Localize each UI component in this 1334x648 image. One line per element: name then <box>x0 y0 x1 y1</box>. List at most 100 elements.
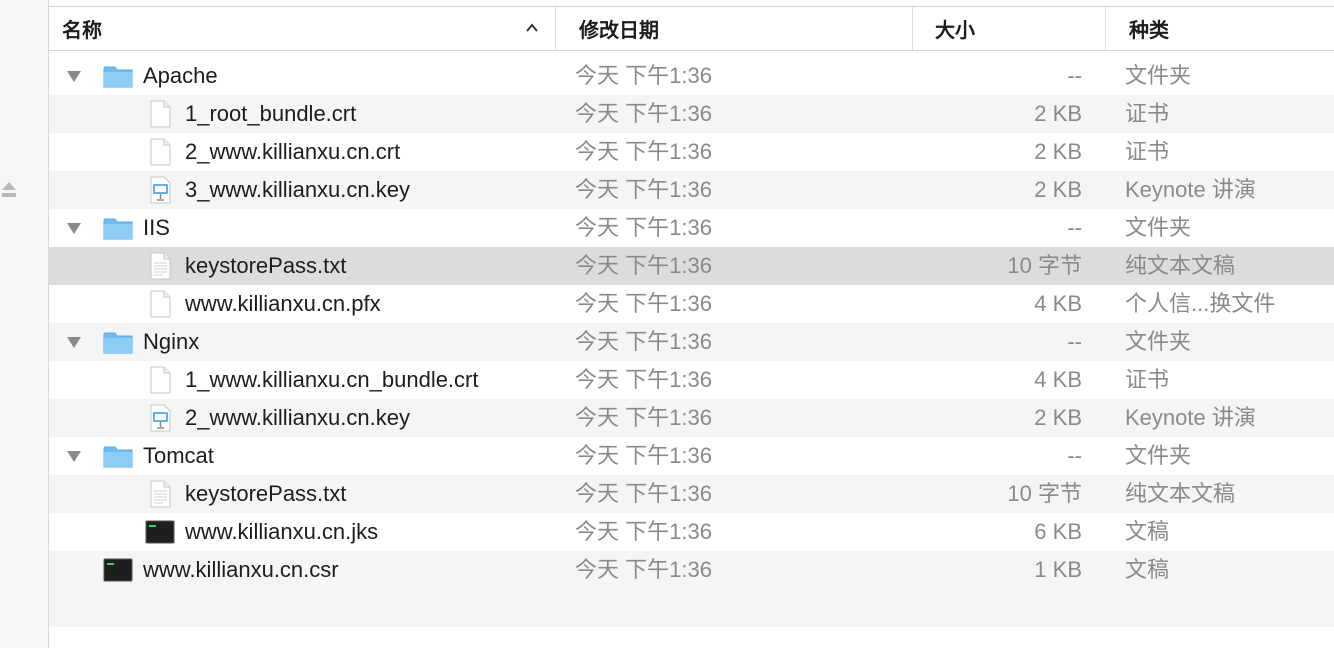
column-header-size-label: 大小 <box>935 20 975 42</box>
file-kind: Keynote 讲演 <box>1125 405 1256 430</box>
chevron-up-icon[interactable] <box>525 21 539 35</box>
file-row[interactable]: keystorePass.txt 今天 下午1:36 10 字节 纯文本文稿 <box>49 475 1334 513</box>
modified-date: 今天 下午1:36 <box>575 367 712 392</box>
file-name: IIS <box>143 215 170 240</box>
file-name: Tomcat <box>143 443 214 468</box>
column-header-kind[interactable]: 种类 <box>1105 7 1334 50</box>
file-size: -- <box>1067 329 1082 354</box>
document-icon <box>150 366 171 394</box>
eject-icon[interactable] <box>0 178 18 202</box>
file-kind: 纯文本文稿 <box>1125 481 1236 506</box>
finder-window: 名称 修改日期 大小 种类 Apache 今天 下午1:36 -- 文件夹 1_root… <box>0 0 1334 648</box>
column-header-name-label: 名称 <box>62 20 102 42</box>
file-size: 2 KB <box>1034 405 1082 430</box>
modified-date: 今天 下午1:36 <box>575 139 712 164</box>
file-size: 4 KB <box>1034 367 1082 392</box>
column-header-kind-label: 种类 <box>1129 20 1169 42</box>
file-kind: 证书 <box>1125 139 1170 164</box>
file-name: 2_www.killianxu.cn.key <box>185 405 410 430</box>
file-kind: 文件夹 <box>1125 63 1192 88</box>
terminal-icon <box>103 558 133 582</box>
disclosure-triangle-icon[interactable] <box>65 220 83 236</box>
sidebar-strip <box>0 0 49 648</box>
file-size: 4 KB <box>1034 291 1082 316</box>
column-header-date-label: 修改日期 <box>579 20 659 42</box>
modified-date: 今天 下午1:36 <box>575 291 712 316</box>
file-row[interactable]: 3_www.killianxu.cn.key 今天 下午1:36 2 KB Keyno… <box>49 171 1334 209</box>
file-name: keystorePass.txt <box>185 481 347 506</box>
file-row[interactable]: 1_root_bundle.crt 今天 下午1:36 2 KB 证书 <box>49 95 1334 133</box>
modified-date: 今天 下午1:36 <box>575 63 712 88</box>
disclosure-triangle-icon[interactable] <box>65 68 83 84</box>
column-header-date[interactable]: 修改日期 <box>555 7 912 50</box>
modified-date: 今天 下午1:36 <box>575 405 712 430</box>
disclosure-triangle-icon[interactable] <box>65 334 83 350</box>
folder-row[interactable]: Nginx 今天 下午1:36 -- 文件夹 <box>49 323 1334 361</box>
modified-date: 今天 下午1:36 <box>575 253 712 278</box>
file-name: www.killianxu.cn.jks <box>185 519 379 544</box>
folder-row[interactable]: IIS 今天 下午1:36 -- 文件夹 <box>49 209 1334 247</box>
file-kind: 个人信...换文件 <box>1125 291 1276 316</box>
column-header-name[interactable]: 名称 <box>49 7 555 50</box>
document-icon <box>150 100 171 128</box>
file-list: Apache 今天 下午1:36 -- 文件夹 1_root_bundle.crt 今天 … <box>49 57 1334 627</box>
text-document-icon <box>150 480 171 508</box>
document-icon <box>150 138 171 166</box>
file-size: 2 KB <box>1034 177 1082 202</box>
keynote-icon <box>150 176 171 204</box>
file-row[interactable]: 2_www.killianxu.cn.crt 今天 下午1:36 2 KB 证书 <box>49 133 1334 171</box>
modified-date: 今天 下午1:36 <box>575 481 712 506</box>
file-size: 10 字节 <box>1007 253 1082 278</box>
file-name: Nginx <box>143 329 200 354</box>
file-kind: 纯文本文稿 <box>1125 253 1236 278</box>
file-row[interactable]: keystorePass.txt 今天 下午1:36 10 字节 纯文本文稿 <box>49 247 1334 285</box>
file-name: 3_www.killianxu.cn.key <box>185 177 410 202</box>
document-icon <box>150 290 171 318</box>
file-row[interactable]: 2_www.killianxu.cn.key 今天 下午1:36 2 KB Keyno… <box>49 399 1334 437</box>
folder-row[interactable]: Apache 今天 下午1:36 -- 文件夹 <box>49 57 1334 95</box>
file-size: 6 KB <box>1034 519 1082 544</box>
modified-date: 今天 下午1:36 <box>575 215 712 240</box>
file-size: 1 KB <box>1034 557 1082 582</box>
file-row[interactable]: www.killianxu.cn.csr 今天 下午1:36 1 KB 文稿 <box>49 551 1334 589</box>
column-header: 名称 修改日期 大小 种类 <box>49 7 1334 51</box>
modified-date: 今天 下午1:36 <box>575 443 712 468</box>
file-size: 2 KB <box>1034 101 1082 126</box>
text-document-icon <box>150 252 171 280</box>
modified-date: 今天 下午1:36 <box>575 101 712 126</box>
file-name: Apache <box>143 63 218 88</box>
file-kind: 文稿 <box>1125 519 1170 544</box>
modified-date: 今天 下午1:36 <box>575 177 712 202</box>
folder-row[interactable]: Tomcat 今天 下午1:36 -- 文件夹 <box>49 437 1334 475</box>
keynote-icon <box>150 404 171 432</box>
folder-icon <box>103 446 133 468</box>
file-kind: 文稿 <box>1125 557 1170 582</box>
file-kind: 文件夹 <box>1125 215 1192 240</box>
file-name: www.killianxu.cn.pfx <box>185 291 381 316</box>
file-size: 10 字节 <box>1007 481 1082 506</box>
file-name: 2_www.killianxu.cn.crt <box>185 139 401 164</box>
file-kind: 证书 <box>1125 101 1170 126</box>
column-header-size[interactable]: 大小 <box>912 7 1105 50</box>
modified-date: 今天 下午1:36 <box>575 519 712 544</box>
file-row[interactable]: www.killianxu.cn.pfx 今天 下午1:36 4 KB 个人信...换… <box>49 285 1334 323</box>
file-size: -- <box>1067 63 1082 88</box>
folder-icon <box>103 66 133 88</box>
file-row[interactable]: www.killianxu.cn.jks 今天 下午1:36 6 KB 文稿 <box>49 513 1334 551</box>
modified-date: 今天 下午1:36 <box>575 329 712 354</box>
file-name: www.killianxu.cn.csr <box>143 557 339 582</box>
file-name: 1_root_bundle.crt <box>185 101 357 126</box>
disclosure-triangle-icon[interactable] <box>65 448 83 464</box>
file-row[interactable]: 1_www.killianxu.cn_bundle.crt 今天 下午1:36 4 … <box>49 361 1334 399</box>
file-size: 2 KB <box>1034 139 1082 164</box>
file-kind: 文件夹 <box>1125 329 1192 354</box>
file-size: -- <box>1067 443 1082 468</box>
file-name: keystorePass.txt <box>185 253 347 278</box>
toolbar-edge <box>49 0 1334 7</box>
file-size: -- <box>1067 215 1082 240</box>
folder-icon <box>103 218 133 240</box>
file-kind: 证书 <box>1125 367 1170 392</box>
file-kind: 文件夹 <box>1125 443 1192 468</box>
file-kind: Keynote 讲演 <box>1125 177 1256 202</box>
file-name: 1_www.killianxu.cn_bundle.crt <box>185 367 479 392</box>
